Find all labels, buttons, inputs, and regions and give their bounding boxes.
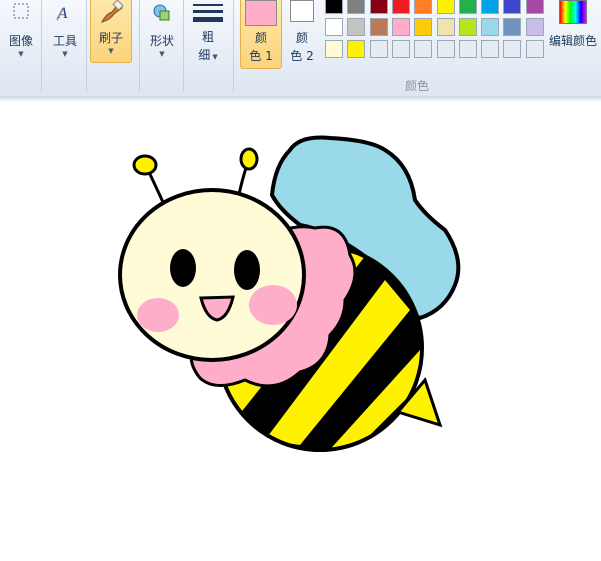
palette-swatch[interactable]: [436, 18, 455, 36]
palette-swatch[interactable]: [347, 0, 366, 14]
palette-swatch[interactable]: [391, 40, 410, 58]
color2-label: 色 2: [290, 49, 314, 63]
color2-button[interactable]: 颜 色 2: [284, 0, 320, 65]
select-icon: [10, 2, 32, 24]
colors-group-label: 颜色: [405, 79, 430, 93]
palette-swatch[interactable]: [325, 40, 343, 58]
chevron-down-icon: ▼: [108, 47, 114, 55]
size-label: 粗: [201, 30, 214, 44]
separator: [183, 0, 184, 92]
palette-swatch[interactable]: [414, 0, 433, 14]
palette-swatch[interactable]: [525, 18, 544, 36]
palette-swatch[interactable]: [481, 0, 500, 14]
palette-swatch[interactable]: [503, 40, 522, 58]
palette-swatch[interactable]: [436, 0, 455, 14]
separator: [41, 0, 42, 92]
color-spectrum-icon: [559, 0, 587, 24]
palette-swatch[interactable]: [369, 18, 388, 36]
color1-button[interactable]: 颜 色 1: [240, 0, 282, 69]
brushes-button[interactable]: 刷子 ▼: [90, 0, 132, 63]
chevron-down-icon: ▼: [210, 53, 218, 61]
shapes-icon: [151, 2, 173, 24]
tools-label: 工具: [52, 34, 77, 48]
separator: [233, 0, 234, 92]
palette-swatch[interactable]: [503, 0, 522, 14]
bee-cheek: [137, 298, 179, 332]
palette-swatch[interactable]: [458, 18, 477, 36]
palette-swatch[interactable]: [525, 40, 544, 58]
separator: [139, 0, 140, 92]
chevron-down-icon: ▼: [18, 50, 24, 58]
edit-colors-button[interactable]: 编辑颜色: [545, 0, 601, 49]
bee-drawing: [118, 135, 461, 452]
tools-button[interactable]: A 工具 ▼: [48, 0, 82, 58]
image-label: 图像: [8, 34, 33, 48]
shapes-label: 形状: [149, 34, 174, 48]
palette-swatch[interactable]: [325, 18, 343, 36]
palette-swatch[interactable]: [369, 0, 388, 14]
palette-swatch[interactable]: [481, 40, 500, 58]
bee-head: [118, 188, 306, 362]
palette-swatch[interactable]: [503, 18, 522, 36]
bee-cheek: [249, 285, 297, 325]
drawing-canvas[interactable]: [0, 102, 601, 557]
brushes-label: 刷子: [98, 31, 123, 45]
text-tool-icon: A: [54, 2, 76, 24]
palette-swatch[interactable]: [458, 0, 477, 14]
chevron-down-icon: ▼: [159, 50, 165, 58]
palette-swatch[interactable]: [458, 40, 477, 58]
edit-colors-label: 编辑颜色: [548, 34, 597, 48]
palette-swatch[interactable]: [414, 18, 433, 36]
palette-swatch[interactable]: [525, 0, 544, 14]
size-label: 细: [198, 48, 211, 62]
palette-swatch[interactable]: [347, 40, 366, 58]
palette-swatch[interactable]: [369, 40, 388, 58]
shapes-button[interactable]: 形状 ▼: [144, 0, 180, 58]
bee-eye: [170, 249, 196, 287]
palette-swatch[interactable]: [347, 18, 366, 36]
color1-swatch: [245, 0, 277, 26]
bee-antenna-tip: [239, 147, 259, 171]
size-button[interactable]: 粗 细 ▼: [188, 0, 228, 66]
image-button[interactable]: 图像 ▼: [4, 0, 38, 58]
palette-swatch[interactable]: [325, 0, 343, 14]
color1-label: 颜: [254, 31, 267, 45]
line-width-icon: [191, 2, 225, 26]
bee-eye: [234, 250, 260, 290]
ribbon: 图像 ▼ A 工具 ▼ 刷子 ▼ 形状 ▼ 粗 细 ▼ 颜 色 1 颜 色 2 …: [0, 0, 601, 97]
separator: [86, 0, 87, 92]
palette-swatch[interactable]: [481, 18, 500, 36]
brush-icon: [98, 0, 124, 26]
palette-swatch[interactable]: [436, 40, 455, 58]
color1-label: 色 1: [249, 49, 273, 63]
bee-antenna-tip: [132, 154, 158, 176]
chevron-down-icon: ▼: [62, 50, 68, 58]
color2-label: 颜: [295, 31, 308, 45]
palette-swatch[interactable]: [391, 0, 410, 14]
color2-swatch: [290, 0, 314, 22]
palette-swatch[interactable]: [391, 18, 410, 36]
palette-swatch[interactable]: [414, 40, 433, 58]
